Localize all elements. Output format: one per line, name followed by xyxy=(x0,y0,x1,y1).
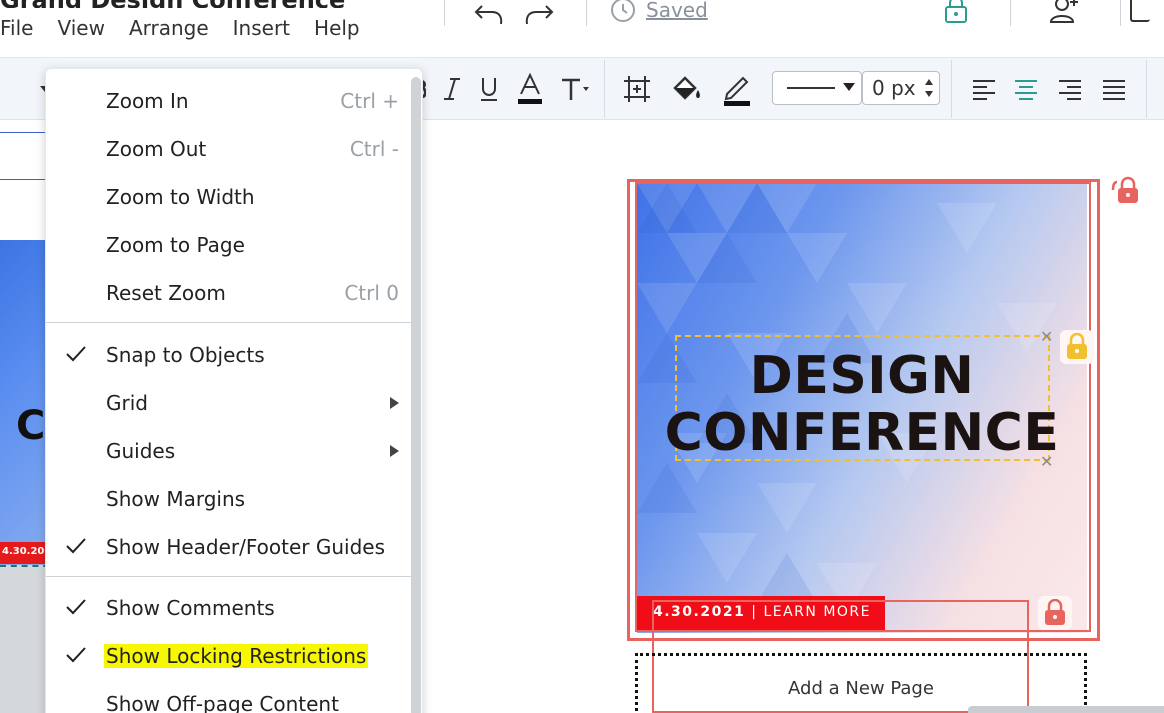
menu-item-show-comments[interactable]: Show Comments xyxy=(46,582,411,630)
shortcut-label: Ctrl + xyxy=(340,89,399,113)
align-right-icon[interactable] xyxy=(1054,72,1086,106)
saved-link[interactable]: Saved xyxy=(646,0,708,22)
menu-item-label: Reset Zoom xyxy=(106,281,226,305)
stroke-color-icon[interactable] xyxy=(720,72,754,106)
menu-item-guides[interactable]: Guides xyxy=(46,425,411,473)
menu-item-snap-to-objects[interactable]: Snap to Objects xyxy=(46,329,411,377)
design-title-line-1[interactable]: DESIGN xyxy=(652,346,1072,406)
menu-item-zoom-to-page[interactable]: Zoom to Page xyxy=(46,219,411,267)
menu-item-label: Zoom to Page xyxy=(106,233,245,257)
menu-item-zoom-in[interactable]: Zoom In Ctrl + xyxy=(46,75,411,123)
line-style-icon xyxy=(787,83,855,91)
checkmark-icon xyxy=(66,346,86,362)
menu-item-zoom-out[interactable]: Zoom Out Ctrl - xyxy=(46,123,411,171)
redo-icon[interactable] xyxy=(522,0,556,28)
menu-scrollbar[interactable] xyxy=(411,77,421,713)
menu-help[interactable]: Help xyxy=(314,16,360,40)
clock-icon xyxy=(611,0,635,22)
underline-icon[interactable] xyxy=(476,72,502,106)
lock-icon[interactable] xyxy=(1060,330,1094,364)
design-title-line-2[interactable]: CONFERENCE xyxy=(652,403,1072,463)
menu-item-reset-zoom[interactable]: Reset Zoom Ctrl 0 xyxy=(46,267,411,315)
stroke-width-value: 0 px xyxy=(872,76,916,100)
divider xyxy=(1146,60,1147,118)
menu-file[interactable]: File xyxy=(0,16,33,40)
menu-bar: Grand Design Conference File View Arrang… xyxy=(0,0,1164,58)
menu-item-label: Show Locking Restrictions xyxy=(104,644,369,668)
document-title[interactable]: Grand Design Conference xyxy=(0,0,380,8)
menu-item-show-header-footer-guides[interactable]: Show Header/Footer Guides xyxy=(46,521,411,569)
add-user-icon[interactable] xyxy=(1048,0,1082,30)
undo-icon[interactable] xyxy=(472,0,506,28)
stroke-style-dropdown[interactable] xyxy=(772,71,862,105)
horizontal-scrollbar[interactable] xyxy=(968,706,1164,713)
submenu-arrow-icon xyxy=(390,445,399,457)
menu-item-label: Show Comments xyxy=(106,596,275,620)
divider xyxy=(1120,0,1121,26)
menu-divider xyxy=(46,576,411,577)
shortcut-label: Ctrl 0 xyxy=(344,281,399,305)
checkmark-icon xyxy=(66,538,86,554)
crop-icon[interactable] xyxy=(620,72,654,106)
stroke-width-stepper[interactable]: 0 px xyxy=(862,71,940,105)
resize-handle-icon[interactable]: ✕ xyxy=(1040,454,1053,470)
menu-item-label: Show Margins xyxy=(106,487,246,511)
menu-item-show-locking-restrictions[interactable]: Show Locking Restrictions xyxy=(46,630,411,678)
submenu-arrow-icon xyxy=(390,397,399,409)
menu-item-label: Snap to Objects xyxy=(106,343,265,367)
resize-handle-icon[interactable]: ✕ xyxy=(1040,329,1053,345)
add-new-page-button[interactable]: Add a New Page xyxy=(635,653,1087,713)
menu-item-show-off-page-content[interactable]: Show Off-page Content xyxy=(46,678,411,713)
checkmark-icon xyxy=(66,647,86,663)
view-menu-dropdown: Zoom In Ctrl + Zoom Out Ctrl - Zoom to W… xyxy=(45,68,423,713)
menu-item-label: Zoom In xyxy=(106,89,189,113)
text-color-icon[interactable] xyxy=(514,72,546,106)
menu-view[interactable]: View xyxy=(57,16,104,40)
lock-icon[interactable] xyxy=(1038,596,1072,630)
divider xyxy=(444,0,445,26)
menu-item-label: Show Header/Footer Guides xyxy=(106,535,386,559)
add-page-label: Add a New Page xyxy=(788,678,934,699)
lock-icon[interactable] xyxy=(1108,174,1142,208)
italic-icon[interactable] xyxy=(440,72,464,106)
divider xyxy=(1010,0,1011,26)
text-size-icon[interactable] xyxy=(560,72,592,106)
menu-item-label: Zoom to Width xyxy=(106,185,255,209)
shortcut-label: Ctrl - xyxy=(349,137,399,161)
divider xyxy=(604,60,605,118)
justify-icon[interactable] xyxy=(1098,72,1130,106)
panel-icon[interactable] xyxy=(1130,0,1150,22)
main-menu: File View Arrange Insert Help xyxy=(0,16,360,40)
menu-divider xyxy=(46,322,411,323)
menu-insert[interactable]: Insert xyxy=(233,16,290,40)
checkmark-icon xyxy=(66,599,86,615)
divider xyxy=(951,60,952,118)
align-left-icon[interactable] xyxy=(968,72,1000,106)
menu-item-label: Guides xyxy=(106,439,176,463)
divider xyxy=(586,0,587,26)
lock-icon[interactable] xyxy=(943,0,969,28)
save-status: Saved xyxy=(610,0,708,23)
menu-item-grid[interactable]: Grid xyxy=(46,377,411,425)
menu-item-show-margins[interactable]: Show Margins xyxy=(46,473,411,521)
align-center-icon[interactable] xyxy=(1010,72,1042,106)
fill-bucket-icon[interactable] xyxy=(670,72,704,106)
menu-item-label: Grid xyxy=(106,391,148,415)
stepper-arrows-icon[interactable] xyxy=(923,76,935,100)
menu-item-zoom-to-width[interactable]: Zoom to Width xyxy=(46,171,411,219)
menu-item-label: Show Off-page Content xyxy=(106,692,339,713)
menu-item-label: Zoom Out xyxy=(106,137,207,161)
menu-arrange[interactable]: Arrange xyxy=(129,16,209,40)
